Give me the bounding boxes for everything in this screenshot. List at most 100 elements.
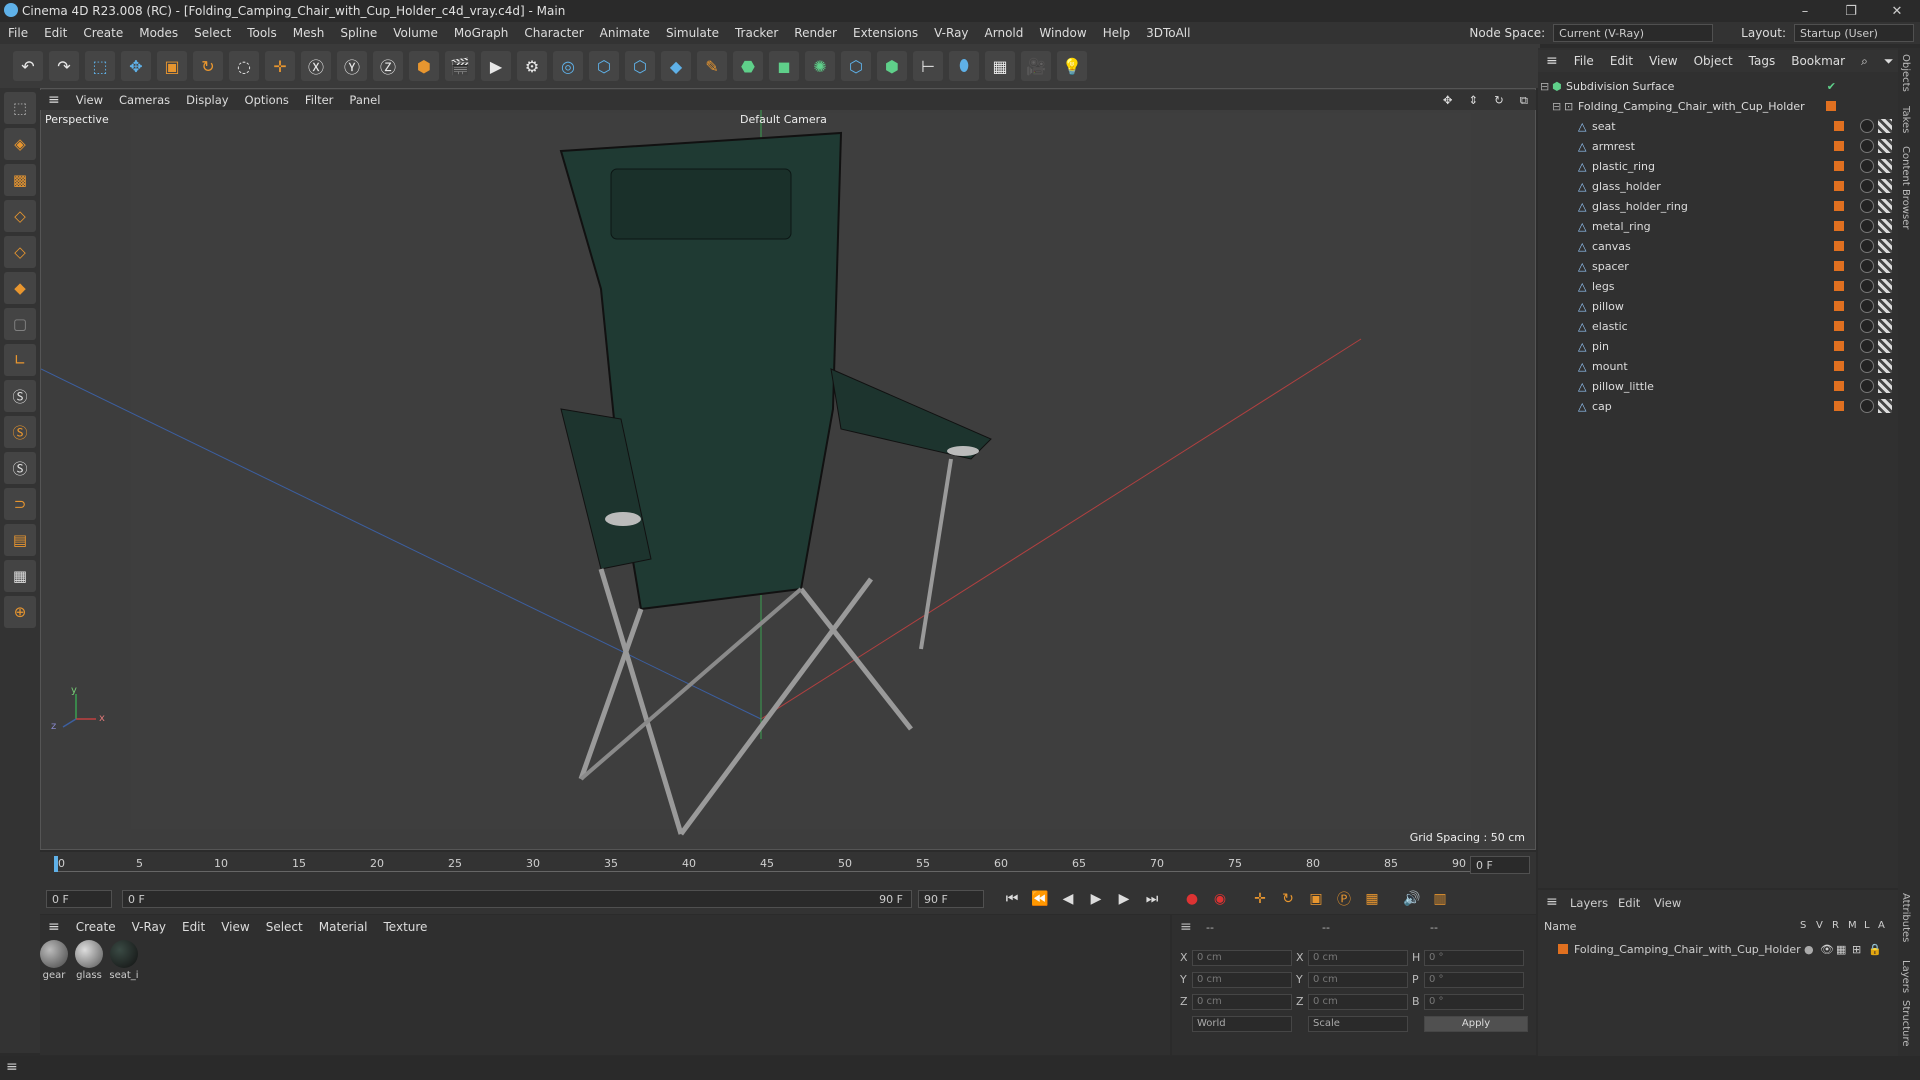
key-param-icon[interactable]: Ⓟ — [1332, 887, 1356, 911]
size-z-field[interactable]: 0 cm — [1308, 994, 1408, 1010]
transform-icon[interactable]: ✛ — [265, 51, 295, 81]
menu-3dtoall[interactable]: 3DToAll — [1138, 26, 1198, 40]
vp-menu-display[interactable]: Display — [178, 93, 236, 107]
current-frame-field[interactable]: 0 F — [1470, 856, 1530, 874]
tag-icon[interactable]: ⬮ — [949, 51, 979, 81]
key-pla-icon[interactable]: ▦ — [1360, 887, 1384, 911]
vp-menu-panel[interactable]: Panel — [341, 93, 388, 107]
floor-icon[interactable]: ▦ — [985, 51, 1015, 81]
next-frame-icon[interactable]: ▶ — [1112, 887, 1136, 911]
move-icon[interactable]: ✥ — [121, 51, 151, 81]
layer-solo-icon[interactable]: ● — [1804, 943, 1820, 956]
go-to-start-icon[interactable]: ⏮ — [1000, 887, 1024, 911]
menu-render[interactable]: Render — [786, 26, 845, 40]
mm-menu-select[interactable]: Select — [258, 920, 311, 934]
menu-tracker[interactable]: Tracker — [727, 26, 786, 40]
rot-p-field[interactable]: 0 ° — [1424, 972, 1524, 988]
rot-h-field[interactable]: 0 ° — [1424, 950, 1524, 966]
menu-select[interactable]: Select — [186, 26, 239, 40]
x-axis-icon[interactable]: Ⓧ — [301, 51, 331, 81]
tree-row[interactable]: △ armrest — [1540, 136, 1896, 156]
minimize-button[interactable]: – — [1782, 4, 1828, 19]
extrude-icon[interactable]: ◼ — [769, 51, 799, 81]
layer-visible-icon[interactable]: 👁 — [1820, 943, 1836, 956]
menu-mesh[interactable]: Mesh — [285, 26, 333, 40]
menu-arnold[interactable]: Arnold — [977, 26, 1032, 40]
material-tag-icon[interactable] — [1860, 199, 1874, 213]
key-rotate-icon[interactable]: ↻ — [1276, 887, 1300, 911]
uv-tag-icon[interactable] — [1878, 279, 1892, 293]
layer-color-icon[interactable] — [1834, 361, 1844, 371]
uv-tag-icon[interactable] — [1878, 319, 1892, 333]
camera-icon[interactable]: 🎥 — [1021, 51, 1051, 81]
tree-row[interactable]: △ glass_holder_ring — [1540, 196, 1896, 216]
material-tag-icon[interactable] — [1860, 359, 1874, 373]
om-menu-view[interactable]: View — [1641, 54, 1685, 68]
python-2-icon[interactable]: ⬡ — [625, 51, 655, 81]
sound-icon[interactable]: 🔊 — [1400, 887, 1424, 911]
mm-menu-vray[interactable]: V-Ray — [124, 920, 174, 934]
live-select-icon[interactable]: ⬚ — [85, 51, 115, 81]
menu-animate[interactable]: Animate — [592, 26, 658, 40]
key-scale-icon[interactable]: ▣ — [1304, 887, 1328, 911]
mograph-cloner-icon[interactable]: ✺ — [805, 51, 835, 81]
menu-vray[interactable]: V-Ray — [926, 26, 976, 40]
menu-help[interactable]: Help — [1095, 26, 1138, 40]
material-swatch[interactable]: glass — [73, 940, 105, 988]
material-swatch[interactable]: gear — [38, 940, 70, 988]
side-tab-objects[interactable]: Objects — [1900, 54, 1911, 92]
grid-icon[interactable]: ▦ — [4, 560, 36, 592]
side-tab-attributes[interactable]: Attributes — [1900, 893, 1911, 942]
uv-tag-icon[interactable] — [1878, 139, 1892, 153]
size-x-field[interactable]: 0 cm — [1308, 950, 1408, 966]
texture-mode-icon[interactable]: ▩ — [4, 164, 36, 196]
menu-character[interactable]: Character — [516, 26, 591, 40]
material-tag-icon[interactable] — [1860, 219, 1874, 233]
layer-color-icon[interactable] — [1834, 121, 1844, 131]
deformer-icon[interactable]: ⬡ — [841, 51, 871, 81]
tree-row[interactable]: △ cap — [1540, 396, 1896, 416]
uv-tag-icon[interactable] — [1878, 219, 1892, 233]
material-tag-icon[interactable] — [1860, 139, 1874, 153]
menu-simulate[interactable]: Simulate — [658, 26, 727, 40]
menu-window[interactable]: Window — [1031, 26, 1094, 40]
size-y-field[interactable]: 0 cm — [1308, 972, 1408, 988]
menu-spline[interactable]: Spline — [332, 26, 385, 40]
uv-tag-icon[interactable] — [1878, 299, 1892, 313]
play-icon[interactable]: ▶ — [1084, 887, 1108, 911]
coord-system-select[interactable]: World — [1192, 1016, 1292, 1032]
timeline-icon[interactable]: ▥ — [1428, 887, 1452, 911]
uv-tag-icon[interactable] — [1878, 399, 1892, 413]
go-to-end-icon[interactable]: ⏭ — [1140, 887, 1164, 911]
material-tag-icon[interactable] — [1860, 119, 1874, 133]
pen-icon[interactable]: ✎ — [697, 51, 727, 81]
z-axis-icon[interactable]: Ⓩ — [373, 51, 403, 81]
search-icon[interactable]: ⌕ — [1853, 54, 1876, 69]
side-tab-content-browser[interactable]: Content Browser — [1900, 146, 1911, 229]
tree-row[interactable]: △ seat — [1540, 116, 1896, 136]
uv-tag-icon[interactable] — [1878, 359, 1892, 373]
redo-icon[interactable]: ↷ — [49, 51, 79, 81]
tree-row[interactable]: △ legs — [1540, 276, 1896, 296]
uv-tag-icon[interactable] — [1878, 239, 1892, 253]
uv-tag-icon[interactable] — [1878, 339, 1892, 353]
tree-row[interactable]: △ mount — [1540, 356, 1896, 376]
material-tag-icon[interactable] — [1860, 159, 1874, 173]
layer-color-icon[interactable] — [1834, 401, 1844, 411]
pos-z-field[interactable]: 0 cm — [1192, 994, 1292, 1010]
layer-color-icon[interactable] — [1558, 944, 1568, 954]
layer-color-icon[interactable] — [1834, 221, 1844, 231]
layer-color-icon[interactable] — [1834, 201, 1844, 211]
vp-zoom-icon[interactable]: ⇕ — [1461, 93, 1487, 107]
frame-range-slider[interactable]: 0 F 90 F — [122, 890, 912, 908]
model-mode-icon[interactable]: ◈ — [4, 128, 36, 160]
collapse-icon[interactable]: ⊟ — [1540, 80, 1552, 93]
layer-color-icon[interactable] — [1826, 101, 1836, 111]
menu-extensions[interactable]: Extensions — [845, 26, 926, 40]
mm-menu-create[interactable]: Create — [68, 920, 124, 934]
layer-color-icon[interactable] — [1834, 241, 1844, 251]
auto-key-icon[interactable]: ◉ — [1208, 887, 1232, 911]
om-menu-file[interactable]: File — [1566, 54, 1602, 68]
menu-modes[interactable]: Modes — [131, 26, 186, 40]
lm-menu-icon[interactable]: ≡ — [1546, 894, 1558, 910]
